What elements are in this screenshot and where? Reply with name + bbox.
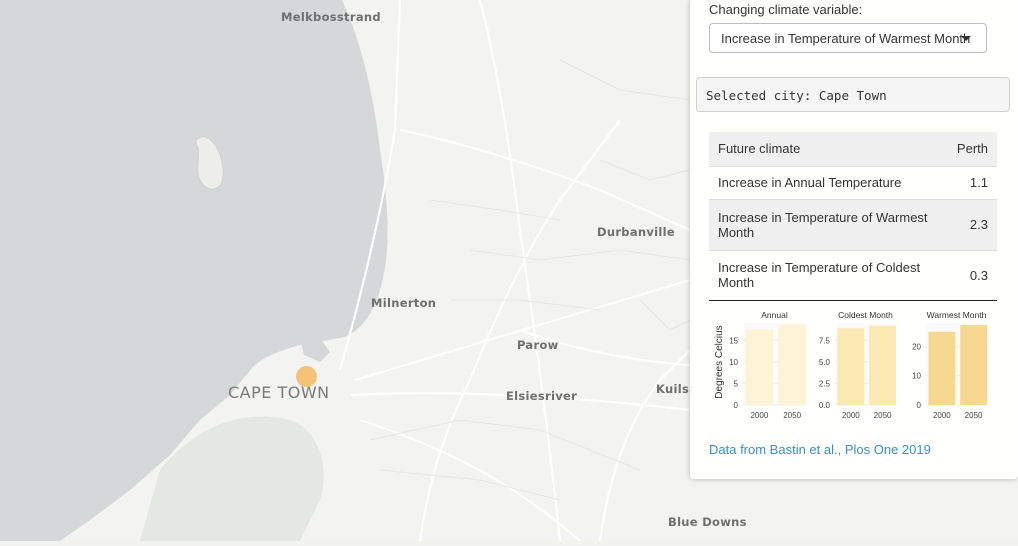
header-city: Perth [956,141,988,157]
row-value: 0.3 [969,267,988,283]
x-tick-label: 2050 [965,411,983,420]
x-tick-label: 2000 [842,411,860,420]
climate-table: Future climate Perth Increase in Annual … [709,132,997,301]
panel-title: Annual [761,310,788,320]
map-label-durbanville: Durbanville [597,225,676,239]
header-future-climate: Future climate [718,141,801,157]
bar [778,324,806,405]
map-label-elsiesriver: Elsiesriver [506,389,578,403]
y-tick-label: 20 [912,342,921,351]
y-tick-label: 2.5 [819,379,831,388]
bar [837,328,865,405]
row-label: Increase in Temperature of Coldest Month [718,260,921,290]
selected-city-output: Selected city: Cape Town [696,77,1010,112]
y-tick-label: 10 [912,372,921,381]
row-value: 2.3 [969,217,988,232]
dropdown-caret-icon[interactable] [961,36,971,41]
table-header-row: Future climate Perth [709,132,997,166]
table-row: Increase in Temperature of Warmest Month… [709,199,997,250]
x-tick-label: 2050 [874,411,892,420]
map-label-cape-town: CAPE TOWN [228,383,330,402]
climate-variable-select[interactable]: Increase in Temperature of Warmest Month [709,23,987,53]
row-value: 1.1 [969,175,988,190]
variable-label: Changing climate variable: [709,2,863,17]
x-tick-label: 2000 [750,411,768,420]
y-tick-label: 5 [734,379,739,388]
x-tick-label: 2050 [783,411,801,420]
panel-title: Warmest Month [927,310,987,320]
map-label-milnerton: Milnerton [371,296,437,310]
y-axis-label: Degrees Celcius [714,325,725,398]
bar [960,325,987,405]
y-tick-label: 0.0 [819,401,831,410]
bar [869,325,896,405]
y-tick-label: 10 [729,358,738,367]
y-tick-label: 0 [734,401,739,410]
y-tick-label: 0 [917,401,922,410]
map-label-blue-downs: Blue Downs [668,515,747,529]
panel-title: Coldest Month [838,310,893,320]
map-label-parow: Parow [517,338,559,352]
table-row: Increase in Temperature of Coldest Month… [709,250,997,300]
y-tick-label: 5.0 [819,358,831,367]
row-label: Increase in Annual Temperature [718,175,902,190]
y-tick-label: 7.5 [819,336,831,345]
row-label: Increase in Temperature of Warmest Month [718,209,928,240]
data-source-link[interactable]: Data from Bastin et al., Plos One 2019 [709,442,931,457]
control-panel: Changing climate variable: Increase in T… [690,0,1018,479]
y-tick-label: 15 [729,336,738,345]
bar [745,329,774,405]
x-tick-label: 2000 [933,411,951,420]
map-label-melkbosstrand: Melkbosstrand [281,10,381,24]
temperature-bar-charts: Degrees Celcius Annual 0 5 10 15 2000 2050 Colde… [714,310,987,420]
table-row: Increase in Annual Temperature 1.1 [709,166,997,199]
select-value: Increase in Temperature of Warmest Month [721,31,971,46]
city-marker-cape-town[interactable] [296,366,317,387]
bar [928,331,956,405]
